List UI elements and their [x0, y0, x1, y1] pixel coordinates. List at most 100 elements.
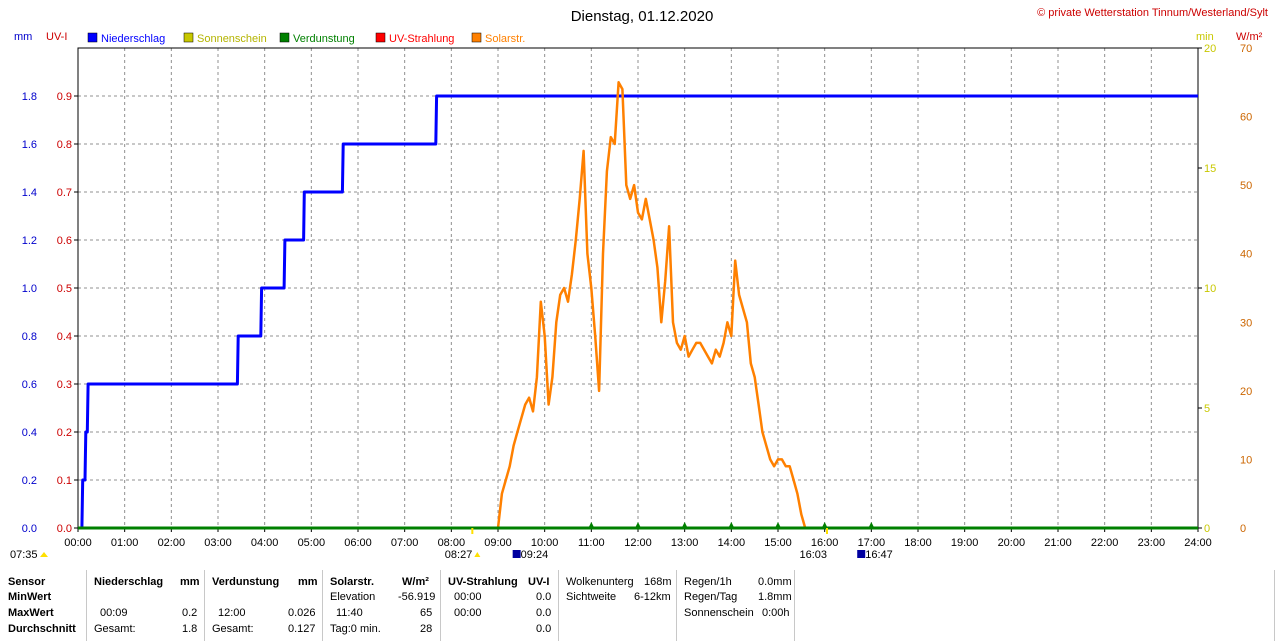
- unit-uv: UV-I: [46, 31, 67, 43]
- x-tick-label: 23:00: [1138, 537, 1166, 549]
- y-min-tick-label: 0: [1204, 523, 1210, 535]
- unit-min: min: [1196, 31, 1214, 43]
- y-wm2-tick-label: 0: [1240, 523, 1246, 535]
- x-tick-label: 24:00: [1184, 537, 1212, 549]
- evap-marker: [681, 522, 688, 528]
- solar-tag-label: Tag:0 min.: [330, 623, 381, 635]
- y-mm-tick-label: 0.4: [22, 427, 37, 439]
- y-mm-tick-label: 1.6: [22, 139, 37, 151]
- stats-header-niederschlag-unit: mm: [180, 576, 200, 588]
- moon-a-label: 09:24: [521, 549, 549, 561]
- uv-avg-val: 0.0: [536, 623, 552, 635]
- y-min-tick-label: 5: [1204, 403, 1210, 415]
- stats-header-sensor: Sensor: [8, 576, 46, 588]
- unit-wm2: W/m²: [1236, 31, 1263, 43]
- stats-header-niederschlag: Niederschlag: [94, 576, 164, 588]
- y-mm-tick-label: 0.2: [22, 475, 37, 487]
- stats-row-min: MinWert: [8, 591, 52, 603]
- niederschlag-total: 1.8: [182, 623, 198, 635]
- y-mm-tick-label: 0.0: [22, 523, 37, 535]
- stats-col-niederschlag: Niederschlag mm 00:09 0.2 Gesamt: 1.8: [86, 570, 205, 641]
- chart-credit: © private Wetterstation Tinnum/Westerlan…: [1037, 7, 1268, 19]
- weather-chart: 00:00 01:00 02:00 03:00 04:00 05:00 06:00 07:00…: [10, 7, 1268, 561]
- chart-grid: [78, 48, 1198, 528]
- stats-col-empty: [794, 570, 1275, 641]
- solar-elevation-label: Elevation: [330, 591, 376, 603]
- stats-header-uv-unit: UV-I: [528, 576, 550, 588]
- evap-marker: [635, 522, 641, 528]
- uv-max-time: 00:00: [454, 607, 482, 619]
- y-uv-tick-label: 0.9: [57, 91, 72, 103]
- y-mm-tick-label: 1.0: [22, 283, 37, 295]
- solar-elevation-val: -56.919: [398, 591, 436, 603]
- x-tick-label: 00:00: [64, 537, 92, 549]
- regen-1h-label: Regen/1h: [684, 576, 732, 588]
- x-tick-label: 16:00: [811, 537, 839, 549]
- y-wm2-tick-label: 60: [1240, 112, 1252, 124]
- evap-marker: [588, 522, 595, 528]
- x-tick-label: 17:00: [858, 537, 886, 549]
- wolken-label: Wolkenunterg: [566, 576, 634, 588]
- legend-swatch: [279, 32, 290, 43]
- x-tick-label: 22:00: [1091, 537, 1119, 549]
- y-mm-tick-label: 1.2: [22, 235, 37, 247]
- verdunstung-max-time: 12:00: [218, 607, 246, 619]
- x-tick-label: 05:00: [298, 537, 326, 549]
- regen-tag-label: Regen/Tag: [684, 591, 738, 603]
- uv-max-val: 0.0: [536, 607, 552, 619]
- stats-table: Sensor MinWert MaxWert Durchschnitt Nied…: [0, 570, 1280, 641]
- x-tick-label: 14:00: [718, 537, 746, 549]
- y-wm2-tick-label: 50: [1240, 180, 1252, 192]
- x-tick-label: 10:00: [531, 537, 559, 549]
- stats-header-verdunstung: Verdunstung: [212, 576, 280, 588]
- y-min-tick-label: 15: [1204, 163, 1216, 175]
- legend-swatch: [471, 32, 482, 43]
- y-mm-tick-label: 0.6: [22, 379, 37, 391]
- y-wm2-tick-label: 40: [1240, 249, 1252, 261]
- chart-labels: 00:00 01:00 02:00 03:00 04:00 05:00 06:00 07:00…: [10, 43, 1252, 561]
- moon-b-label: 16:47: [865, 549, 893, 561]
- early-time-icon: [40, 552, 48, 557]
- y-wm2-tick-label: 30: [1240, 317, 1252, 329]
- legend-swatch: [183, 32, 194, 43]
- chart-title: Dienstag, 01.12.2020: [571, 8, 714, 25]
- stats-row-max: MaxWert: [8, 607, 54, 619]
- stats-col-uv: UV-Strahlung UV-I 00:00 0.0 00:00 0.0 0.…: [440, 570, 559, 641]
- y-mm-tick-label: 1.4: [22, 187, 37, 199]
- x-tick-label: 02:00: [158, 537, 186, 549]
- y-uv-tick-label: 0.0: [57, 523, 72, 535]
- x-tick-label: 07:00: [391, 537, 419, 549]
- x-tick-label: 09:00: [484, 537, 512, 549]
- sicht-label: Sichtweite: [566, 591, 617, 603]
- sonnenschein-val: 0:00h: [762, 607, 790, 619]
- verdunstung-max-val: 0.026: [288, 607, 316, 619]
- uv-min-time: 00:00: [454, 591, 482, 603]
- regen-tag-val: 1.8mm: [758, 591, 792, 603]
- legend-label: Niederschlag: [101, 33, 165, 45]
- x-tick-label: 21:00: [1044, 537, 1072, 549]
- x-tick-label: 03:00: [204, 537, 232, 549]
- sonnenschein-label: Sonnenschein: [684, 607, 754, 619]
- x-tick-label: 20:00: [998, 537, 1026, 549]
- evap-marker: [728, 522, 735, 528]
- unit-mm: mm: [14, 31, 32, 43]
- stats-header-uv: UV-Strahlung: [448, 576, 518, 588]
- y-uv-tick-label: 0.3: [57, 379, 72, 391]
- stats-header-verdunstung-unit: mm: [298, 576, 318, 588]
- niederschlag-total-label: Gesamt:: [94, 623, 136, 635]
- regen-1h-val: 0.0mm: [758, 576, 792, 588]
- chart-series: [78, 81, 1198, 530]
- stats-header-solar: Solarstr.: [330, 576, 375, 588]
- moon-icon: [857, 550, 866, 558]
- solar-max-val: 65: [420, 607, 433, 619]
- y-uv-tick-label: 0.6: [57, 235, 72, 247]
- series-solarstr.: [496, 81, 813, 530]
- y-uv-tick-label: 0.4: [57, 331, 72, 343]
- x-tick-label: 01:00: [111, 537, 139, 549]
- y-mm-tick-label: 0.8: [22, 331, 37, 343]
- legend-swatch: [375, 32, 386, 43]
- verdunstung-total: 0.127: [288, 623, 316, 635]
- y-min-tick-label: 10: [1204, 283, 1216, 295]
- y-min-tick-label: 20: [1204, 43, 1216, 55]
- evap-marker: [775, 522, 781, 528]
